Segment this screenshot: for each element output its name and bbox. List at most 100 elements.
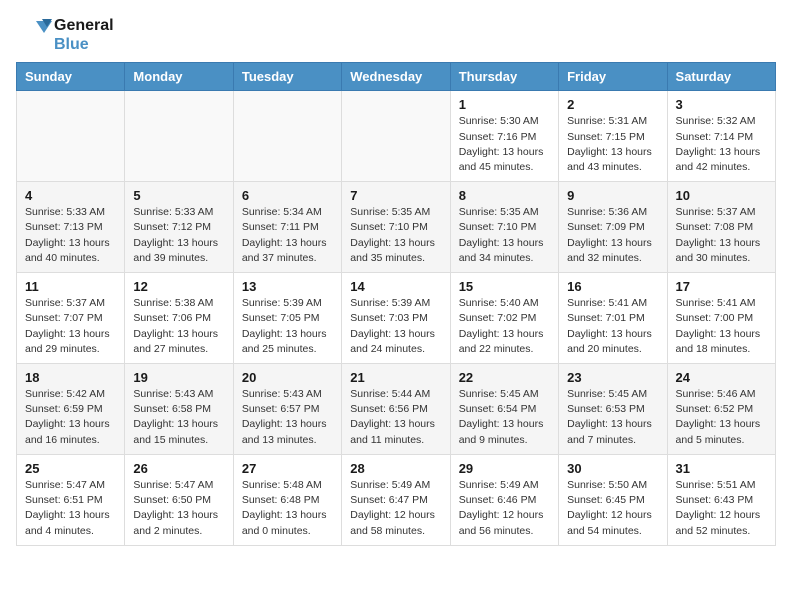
day-info: Sunrise: 5:43 AMSunset: 6:58 PMDaylight:…: [133, 387, 224, 448]
day-info: Sunrise: 5:44 AMSunset: 6:56 PMDaylight:…: [350, 387, 441, 448]
calendar-cell: [233, 91, 341, 182]
calendar-cell: 4 Sunrise: 5:33 AMSunset: 7:13 PMDaylight…: [17, 182, 125, 273]
day-number: 10: [676, 188, 767, 203]
calendar-cell: 7Sunrise: 5:35 AMSunset: 7:10 PMDaylight…: [342, 182, 450, 273]
calendar-table: SundayMondayTuesdayWednesdayThursdayFrid…: [16, 62, 776, 545]
day-info: Sunrise: 5:36 AMSunset: 7:09 PMDaylight:…: [567, 205, 658, 266]
calendar-cell: 21 Sunrise: 5:44 AMSunset: 6:56 PMDayligh…: [342, 364, 450, 455]
calendar-week-4: 18Sunrise: 5:42 AMSunset: 6:59 PMDayligh…: [17, 364, 776, 455]
day-number: 19: [133, 370, 224, 385]
day-info: Sunrise: 5:38 AMSunset: 7:06 PMDaylight:…: [133, 296, 224, 357]
day-number: 3: [676, 97, 767, 112]
day-info: Sunrise: 5:31 AMSunset: 7:15 PMDaylight:…: [567, 114, 658, 175]
day-number: 2: [567, 97, 658, 112]
day-info: Sunrise: 5:30 AMSunset: 7:16 PMDaylight:…: [459, 114, 550, 175]
day-number: 24: [676, 370, 767, 385]
weekday-header-thursday: Thursday: [450, 63, 558, 91]
day-info: Sunrise: 5:39 AMSunset: 7:03 PMDaylight:…: [350, 296, 441, 357]
day-number: 26: [133, 461, 224, 476]
day-number: 5: [133, 188, 224, 203]
calendar-cell: 15Sunrise: 5:40 AMSunset: 7:02 PMDayligh…: [450, 273, 558, 364]
calendar-cell: 18Sunrise: 5:42 AMSunset: 6:59 PMDayligh…: [17, 364, 125, 455]
calendar-cell: 13 Sunrise: 5:39 AMSunset: 7:05 PMDayligh…: [233, 273, 341, 364]
calendar-cell: 20 Sunrise: 5:43 AMSunset: 6:57 PMDayligh…: [233, 364, 341, 455]
weekday-header-row: SundayMondayTuesdayWednesdayThursdayFrid…: [17, 63, 776, 91]
day-info: Sunrise: 5:49 AMSunset: 6:47 PMDaylight:…: [350, 478, 441, 539]
page-header: General Blue: [16, 16, 776, 54]
day-number: 16: [567, 279, 658, 294]
day-number: 15: [459, 279, 550, 294]
weekday-header-saturday: Saturday: [667, 63, 775, 91]
day-number: 17: [676, 279, 767, 294]
day-info: Sunrise: 5:50 AMSunset: 6:45 PMDaylight:…: [567, 478, 658, 539]
calendar-cell: 9Sunrise: 5:36 AMSunset: 7:09 PMDaylight…: [559, 182, 667, 273]
logo-blue: Blue: [54, 35, 114, 54]
day-number: 28: [350, 461, 441, 476]
calendar-cell: 22 Sunrise: 5:45 AMSunset: 6:54 PMDayligh…: [450, 364, 558, 455]
calendar-cell: 26 Sunrise: 5:47 AMSunset: 6:50 PMDayligh…: [125, 454, 233, 545]
day-info: Sunrise: 5:32 AMSunset: 7:14 PMDaylight:…: [676, 114, 767, 175]
calendar-cell: 31Sunrise: 5:51 AMSunset: 6:43 PMDayligh…: [667, 454, 775, 545]
calendar-cell: [17, 91, 125, 182]
calendar-cell: 11 Sunrise: 5:37 AMSunset: 7:07 PMDayligh…: [17, 273, 125, 364]
day-number: 21: [350, 370, 441, 385]
day-info: Sunrise: 5:37 AMSunset: 7:07 PMDaylight:…: [25, 296, 116, 357]
day-number: 27: [242, 461, 333, 476]
day-number: 12: [133, 279, 224, 294]
day-info: Sunrise: 5:42 AMSunset: 6:59 PMDaylight:…: [25, 387, 116, 448]
calendar-cell: 3 Sunrise: 5:32 AMSunset: 7:14 PMDaylight…: [667, 91, 775, 182]
calendar-cell: [342, 91, 450, 182]
day-number: 31: [676, 461, 767, 476]
calendar-week-1: 1 Sunrise: 5:30 AMSunset: 7:16 PMDaylight…: [17, 91, 776, 182]
calendar-cell: 6 Sunrise: 5:34 AMSunset: 7:11 PMDaylight…: [233, 182, 341, 273]
calendar-cell: 19 Sunrise: 5:43 AMSunset: 6:58 PMDayligh…: [125, 364, 233, 455]
day-info: Sunrise: 5:45 AMSunset: 6:54 PMDaylight:…: [459, 387, 550, 448]
day-info: Sunrise: 5:33 AMSunset: 7:13 PMDaylight:…: [25, 205, 116, 266]
calendar-week-2: 4 Sunrise: 5:33 AMSunset: 7:13 PMDaylight…: [17, 182, 776, 273]
day-number: 30: [567, 461, 658, 476]
day-number: 29: [459, 461, 550, 476]
day-number: 22: [459, 370, 550, 385]
calendar-cell: 16 Sunrise: 5:41 AMSunset: 7:01 PMDayligh…: [559, 273, 667, 364]
day-info: Sunrise: 5:39 AMSunset: 7:05 PMDaylight:…: [242, 296, 333, 357]
calendar-cell: [125, 91, 233, 182]
weekday-header-tuesday: Tuesday: [233, 63, 341, 91]
day-info: Sunrise: 5:35 AMSunset: 7:10 PMDaylight:…: [459, 205, 550, 266]
weekday-header-wednesday: Wednesday: [342, 63, 450, 91]
day-number: 25: [25, 461, 116, 476]
day-info: Sunrise: 5:49 AMSunset: 6:46 PMDaylight:…: [459, 478, 550, 539]
logo: General Blue: [16, 16, 114, 54]
weekday-header-monday: Monday: [125, 63, 233, 91]
calendar-cell: 2 Sunrise: 5:31 AMSunset: 7:15 PMDaylight…: [559, 91, 667, 182]
day-number: 4: [25, 188, 116, 203]
calendar-cell: 27 Sunrise: 5:48 AMSunset: 6:48 PMDayligh…: [233, 454, 341, 545]
logo-general: General: [54, 16, 114, 35]
day-info: Sunrise: 5:43 AMSunset: 6:57 PMDaylight:…: [242, 387, 333, 448]
day-info: Sunrise: 5:47 AMSunset: 6:50 PMDaylight:…: [133, 478, 224, 539]
day-number: 20: [242, 370, 333, 385]
day-info: Sunrise: 5:46 AMSunset: 6:52 PMDaylight:…: [676, 387, 767, 448]
day-number: 13: [242, 279, 333, 294]
day-number: 14: [350, 279, 441, 294]
calendar-cell: 17Sunrise: 5:41 AMSunset: 7:00 PMDayligh…: [667, 273, 775, 364]
calendar-cell: 29 Sunrise: 5:49 AMSunset: 6:46 PMDayligh…: [450, 454, 558, 545]
weekday-header-friday: Friday: [559, 63, 667, 91]
day-info: Sunrise: 5:34 AMSunset: 7:11 PMDaylight:…: [242, 205, 333, 266]
day-info: Sunrise: 5:48 AMSunset: 6:48 PMDaylight:…: [242, 478, 333, 539]
day-info: Sunrise: 5:35 AMSunset: 7:10 PMDaylight:…: [350, 205, 441, 266]
day-number: 1: [459, 97, 550, 112]
day-number: 6: [242, 188, 333, 203]
calendar-cell: 30 Sunrise: 5:50 AMSunset: 6:45 PMDayligh…: [559, 454, 667, 545]
calendar-cell: 10Sunrise: 5:37 AMSunset: 7:08 PMDayligh…: [667, 182, 775, 273]
weekday-header-sunday: Sunday: [17, 63, 125, 91]
calendar-week-5: 25Sunrise: 5:47 AMSunset: 6:51 PMDayligh…: [17, 454, 776, 545]
day-info: Sunrise: 5:41 AMSunset: 7:01 PMDaylight:…: [567, 296, 658, 357]
logo-bird-icon: [16, 17, 52, 53]
calendar-cell: 23Sunrise: 5:45 AMSunset: 6:53 PMDayligh…: [559, 364, 667, 455]
calendar-cell: 24 Sunrise: 5:46 AMSunset: 6:52 PMDayligh…: [667, 364, 775, 455]
calendar-cell: 28 Sunrise: 5:49 AMSunset: 6:47 PMDayligh…: [342, 454, 450, 545]
day-number: 23: [567, 370, 658, 385]
calendar-cell: 25Sunrise: 5:47 AMSunset: 6:51 PMDayligh…: [17, 454, 125, 545]
calendar-cell: 5Sunrise: 5:33 AMSunset: 7:12 PMDaylight…: [125, 182, 233, 273]
day-number: 11: [25, 279, 116, 294]
